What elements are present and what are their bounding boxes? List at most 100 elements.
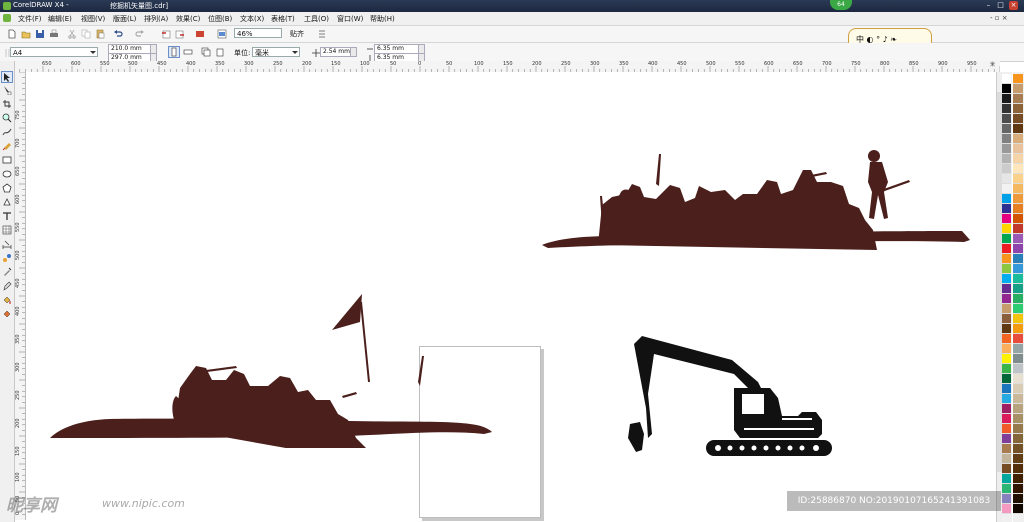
color-swatch[interactable] (1002, 324, 1011, 334)
close-button[interactable]: × (1009, 1, 1018, 10)
color-swatch[interactable] (1013, 394, 1023, 404)
color-swatch[interactable] (1013, 174, 1023, 184)
color-swatch[interactable] (1013, 84, 1023, 94)
color-swatch[interactable] (1013, 384, 1023, 394)
import-icon[interactable] (160, 28, 172, 40)
new-icon[interactable] (6, 28, 18, 40)
color-swatch[interactable] (1013, 474, 1023, 484)
color-swatch[interactable] (1002, 94, 1011, 104)
fill-tool-icon[interactable] (2, 295, 12, 305)
color-swatch[interactable] (1013, 424, 1023, 434)
color-swatch[interactable] (1002, 484, 1011, 494)
menu-help[interactable]: 帮助(H) (370, 14, 395, 24)
color-swatch[interactable] (1002, 344, 1011, 354)
color-swatch[interactable] (1013, 364, 1023, 374)
portrait-icon[interactable] (168, 46, 180, 58)
color-swatch[interactable] (1002, 84, 1011, 94)
color-swatch[interactable] (1002, 194, 1011, 204)
color-swatch[interactable] (1002, 384, 1011, 394)
undo-icon[interactable] (112, 28, 124, 40)
color-swatch[interactable] (1013, 74, 1023, 84)
menu-bitmaps[interactable]: 位图(B) (208, 14, 232, 24)
color-swatch[interactable] (1002, 474, 1011, 484)
color-swatch[interactable] (1013, 374, 1023, 384)
color-swatch[interactable] (1013, 314, 1023, 324)
color-swatch[interactable] (1002, 414, 1011, 424)
maximize-button[interactable]: □ (996, 1, 1005, 10)
rectangle-tool-icon[interactable] (2, 155, 12, 165)
color-swatch[interactable] (1002, 374, 1011, 384)
color-swatch[interactable] (1002, 114, 1011, 124)
color-palette[interactable] (1002, 72, 1012, 522)
table-tool-icon[interactable] (2, 225, 12, 235)
open-icon[interactable] (20, 28, 32, 40)
color-swatch[interactable] (1013, 154, 1023, 164)
color-swatch[interactable] (1013, 184, 1023, 194)
interactive-fill-tool-icon[interactable] (2, 309, 12, 319)
outline-tool-icon[interactable] (2, 281, 12, 291)
save-icon[interactable] (34, 28, 46, 40)
color-palette-secondary[interactable] (1013, 72, 1024, 522)
color-swatch[interactable] (1002, 184, 1011, 194)
color-swatch[interactable] (1002, 204, 1011, 214)
color-swatch[interactable] (1013, 164, 1023, 174)
menu-view[interactable]: 视图(V) (81, 14, 105, 24)
color-swatch[interactable] (1013, 274, 1023, 284)
soldiers-silhouette-top[interactable] (536, 142, 986, 252)
paper-type-select[interactable]: A4 (10, 47, 98, 57)
menu-edit[interactable]: 编辑(E) (48, 14, 72, 24)
copy-icon[interactable] (80, 28, 92, 40)
color-swatch[interactable] (1002, 464, 1011, 474)
zoom-level-select[interactable]: 46% (234, 28, 282, 38)
ellipse-tool-icon[interactable] (2, 169, 12, 179)
color-swatch[interactable] (1002, 154, 1011, 164)
current-page-icon[interactable] (214, 46, 226, 58)
redo-icon[interactable] (134, 28, 146, 40)
color-swatch[interactable] (1002, 244, 1011, 254)
color-swatch[interactable] (1002, 434, 1011, 444)
menu-window[interactable]: 窗口(W) (337, 14, 363, 24)
color-swatch[interactable] (1002, 224, 1011, 234)
nudge-spinner[interactable] (350, 47, 357, 57)
crop-tool-icon[interactable] (2, 99, 12, 109)
color-swatch[interactable] (1002, 494, 1011, 504)
cut-icon[interactable] (66, 28, 78, 40)
color-swatch[interactable] (1002, 364, 1011, 374)
color-swatch[interactable] (1013, 124, 1023, 134)
interactive-blend-tool-icon[interactable] (2, 253, 12, 263)
units-select[interactable]: 毫米 (252, 47, 300, 57)
color-swatch[interactable] (1002, 444, 1011, 454)
color-swatch[interactable] (1013, 114, 1023, 124)
color-swatch[interactable] (1002, 404, 1011, 414)
color-swatch[interactable] (1013, 204, 1023, 214)
snap-to-label[interactable]: 贴齐 (290, 29, 304, 39)
eyedropper-tool-icon[interactable] (2, 267, 12, 277)
color-swatch[interactable] (1013, 504, 1023, 514)
application-launcher-icon[interactable] (194, 28, 206, 40)
color-swatch[interactable] (1002, 234, 1011, 244)
document-window-controls[interactable]: - ▫ × (990, 14, 1008, 22)
color-swatch[interactable] (1013, 334, 1023, 344)
notification-badge[interactable]: 64 (830, 0, 852, 10)
dimension-tool-icon[interactable] (2, 239, 12, 249)
zoom-tool-icon[interactable] (2, 113, 12, 123)
color-swatch[interactable] (1013, 354, 1023, 364)
all-pages-icon[interactable] (200, 46, 212, 58)
color-swatch[interactable] (1013, 454, 1023, 464)
color-swatch[interactable] (1013, 94, 1023, 104)
color-swatch[interactable] (1002, 74, 1011, 84)
vertical-ruler[interactable]: 750 700 650 600 550 500 450 400 350 300 … (14, 72, 26, 520)
color-swatch[interactable] (1013, 344, 1023, 354)
color-swatch[interactable] (1002, 254, 1011, 264)
pick-tool-icon[interactable] (1, 71, 13, 83)
color-swatch[interactable] (1013, 214, 1023, 224)
menu-tools[interactable]: 工具(O) (304, 14, 329, 24)
color-swatch[interactable] (1013, 244, 1023, 254)
color-swatch[interactable] (1002, 294, 1011, 304)
landscape-icon[interactable] (182, 46, 194, 58)
soldiers-silhouette-flag[interactable] (46, 288, 506, 448)
color-swatch[interactable] (1013, 444, 1023, 454)
color-swatch[interactable] (1013, 464, 1023, 474)
welcome-screen-icon[interactable] (216, 28, 228, 40)
color-swatch[interactable] (1002, 424, 1011, 434)
